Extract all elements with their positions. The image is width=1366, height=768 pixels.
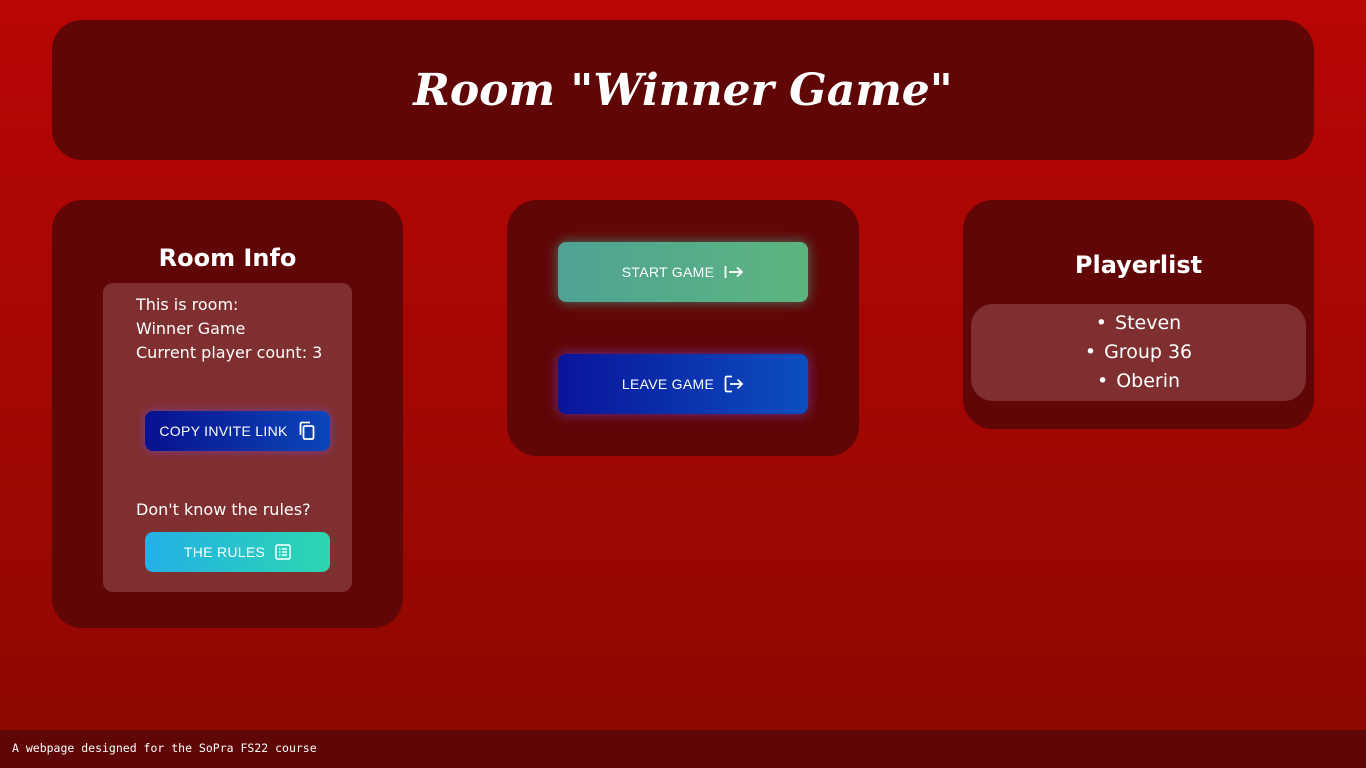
rules-label: THE RULES [183, 544, 266, 560]
list-item: Steven [1096, 309, 1181, 338]
room-label: This is room: [136, 295, 239, 314]
header: Room "Winner Game" [52, 20, 1314, 160]
copy-invite-link-button[interactable]: COPY INVITE LINK [145, 411, 330, 451]
room-info-panel: Room Info This is room: Winner Game Curr… [52, 200, 403, 628]
rules-button[interactable]: THE RULES [145, 532, 330, 572]
leave-game-button[interactable]: LEAVE GAME [558, 354, 808, 414]
copy-icon [299, 421, 315, 440]
playerlist-panel: Playerlist Steven Group 36 Oberin [963, 200, 1314, 429]
player-count: Current player count: 3 [136, 343, 323, 362]
start-game-button[interactable]: START GAME [558, 242, 808, 302]
logout-icon [724, 375, 744, 393]
room-info-box: This is room: Winner Game Current player… [103, 283, 352, 592]
copy-invite-link-label: COPY INVITE LINK [159, 423, 288, 439]
start-game-label: START GAME [621, 264, 715, 280]
game-actions-panel: START GAME LEAVE GAME [507, 200, 859, 456]
page-title: Room "Winner Game" [413, 64, 953, 116]
list-icon [275, 544, 291, 560]
arrow-right-to-bar-icon [724, 266, 744, 278]
room-info-heading: Room Info [158, 244, 297, 272]
room-name: Winner Game [136, 319, 246, 338]
footer-text: A webpage designed for the SoPra FS22 co… [12, 741, 317, 755]
leave-game-label: LEAVE GAME [621, 376, 715, 392]
player-list: Steven Group 36 Oberin [971, 304, 1306, 401]
rules-prompt: Don't know the rules? [136, 500, 311, 519]
footer: A webpage designed for the SoPra FS22 co… [0, 730, 1366, 768]
list-item: Oberin [1097, 367, 1180, 396]
list-item: Group 36 [1085, 338, 1192, 367]
playerlist-heading: Playerlist [1074, 251, 1203, 279]
